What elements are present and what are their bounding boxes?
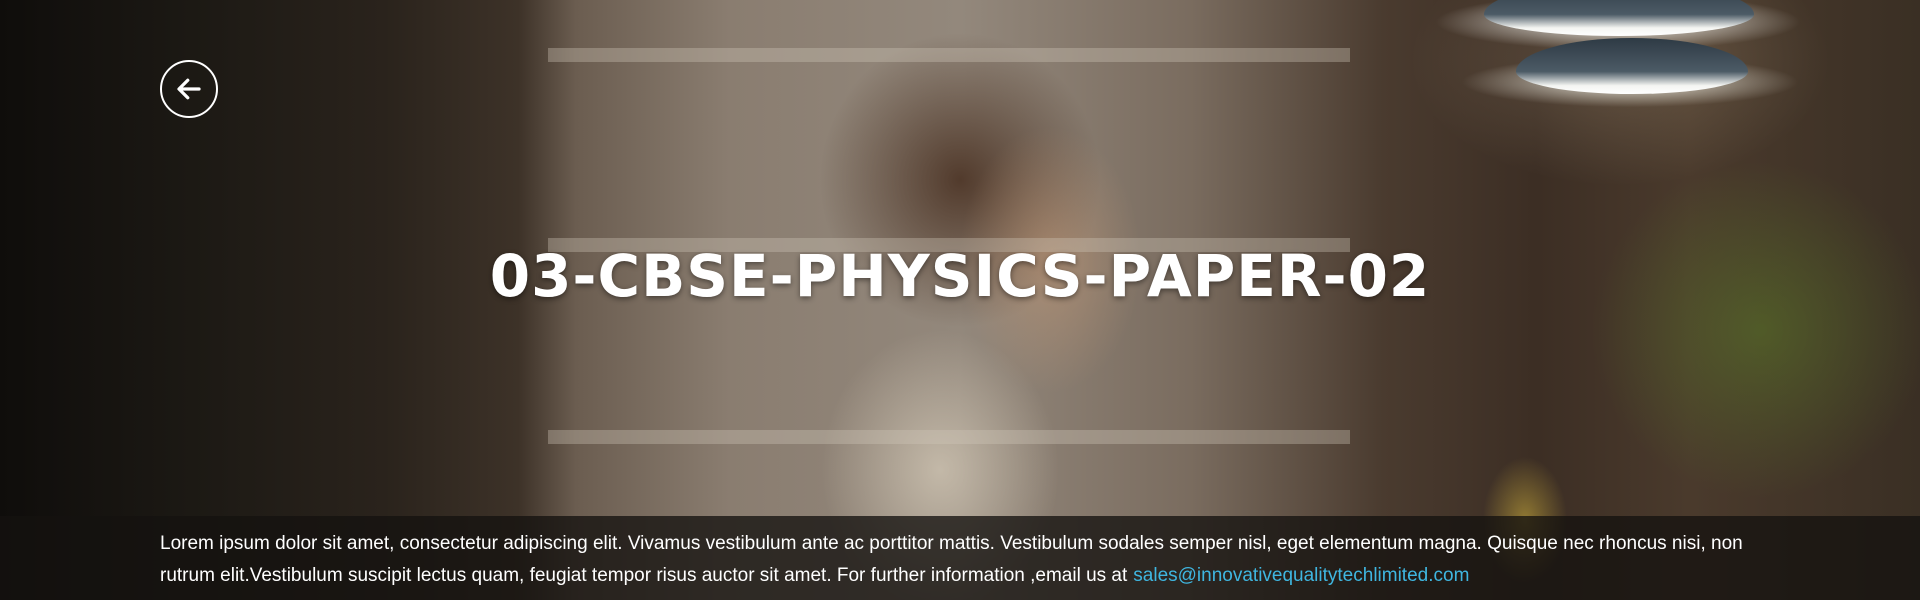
arrow-left-icon [177, 78, 201, 100]
footer-description-text: Lorem ipsum dolor sit amet, consectetur … [160, 533, 1743, 586]
bookshelf-board [548, 48, 1350, 62]
page-title: 03-CBSE-PHYSICS-PAPER-02 [489, 242, 1431, 310]
hero-banner: 03-CBSE-PHYSICS-PAPER-02 Lorem ipsum dol… [0, 0, 1920, 600]
footer-description: Lorem ipsum dolor sit amet, consectetur … [160, 528, 1760, 592]
back-button[interactable] [160, 60, 218, 118]
email-link[interactable]: sales@innovativequalitytechlimited.com [1133, 565, 1469, 586]
bookshelf-board [548, 430, 1350, 444]
footer-info-bar: Lorem ipsum dolor sit amet, consectetur … [0, 516, 1920, 600]
